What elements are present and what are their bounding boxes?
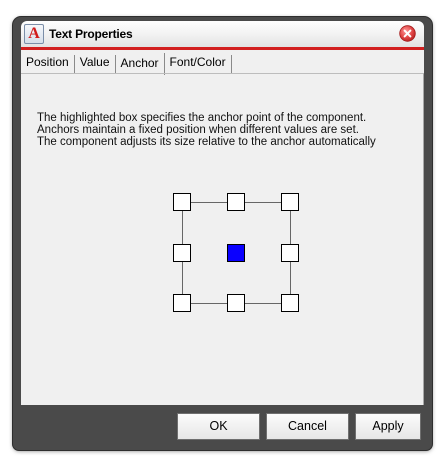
anchor-bottom-center[interactable] <box>227 294 245 312</box>
close-button[interactable] <box>399 25 416 42</box>
anchor-connector <box>290 262 291 294</box>
anchor-connector <box>182 262 183 294</box>
anchor-connector <box>182 211 183 244</box>
window-title: Text Properties <box>49 27 133 41</box>
anchor-connector <box>245 202 281 203</box>
text-properties-dialog: A Text Properties Position Value Anchor <box>13 17 432 450</box>
anchor-middle-left[interactable] <box>173 244 191 262</box>
anchor-top-center[interactable] <box>227 193 245 211</box>
dialog-body: Position Value Anchor Font/Color The hig… <box>21 50 424 405</box>
anchor-description: The highlighted box specifies the anchor… <box>37 112 376 148</box>
cancel-button[interactable]: Cancel <box>266 413 349 440</box>
anchor-center[interactable] <box>227 244 245 262</box>
description-line: The component adjusts its size relative … <box>37 136 376 148</box>
anchor-bottom-right[interactable] <box>281 294 299 312</box>
title-bar[interactable]: A Text Properties <box>21 21 424 50</box>
apply-button[interactable]: Apply <box>355 413 421 440</box>
tab-font-color[interactable]: Font/Color <box>165 55 232 74</box>
anchor-connector <box>191 303 227 304</box>
anchor-connector <box>245 303 281 304</box>
anchor-top-right[interactable] <box>281 193 299 211</box>
anchor-top-left[interactable] <box>173 193 191 211</box>
app-logo-icon: A <box>24 24 44 44</box>
tab-bar: Position Value Anchor Font/Color <box>21 53 232 75</box>
tab-value[interactable]: Value <box>75 55 116 74</box>
button-bar: OK Cancel Apply <box>21 406 424 446</box>
anchor-connector <box>191 202 227 203</box>
close-icon <box>399 25 416 42</box>
anchor-middle-right[interactable] <box>281 244 299 262</box>
anchor-tab-panel: The highlighted box specifies the anchor… <box>21 73 424 405</box>
anchor-connector <box>290 211 291 244</box>
anchor-grid <box>173 193 303 312</box>
ok-button[interactable]: OK <box>177 413 260 440</box>
description-line: Anchors maintain a fixed position when d… <box>37 124 359 136</box>
anchor-bottom-left[interactable] <box>173 294 191 312</box>
description-line: The highlighted box specifies the anchor… <box>37 112 367 124</box>
tab-anchor[interactable]: Anchor <box>115 53 165 75</box>
tab-position[interactable]: Position <box>21 55 75 74</box>
